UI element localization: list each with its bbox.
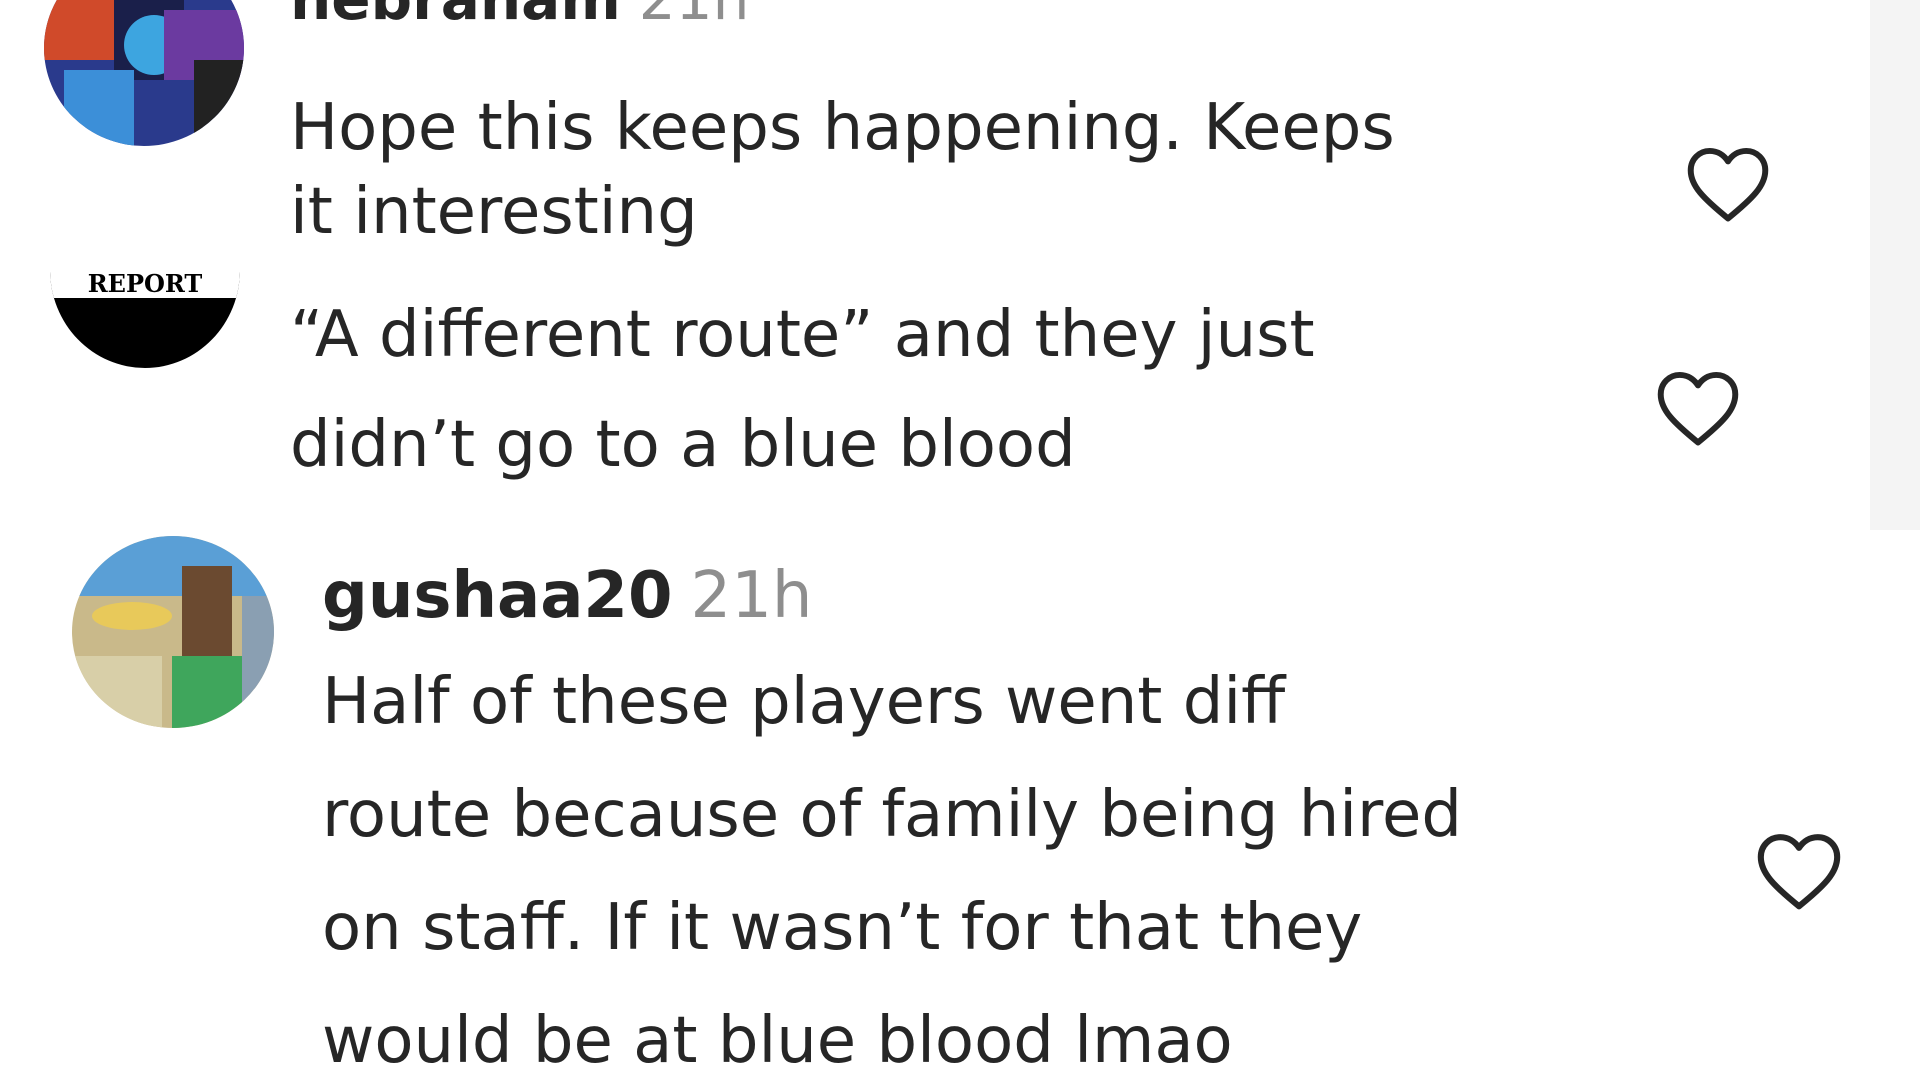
comment-screenshot: nebraham21h Hope this keeps happening. K… xyxy=(0,0,1920,1080)
comment-line: didn’t go to a blue blood xyxy=(290,408,1076,482)
comment-line: route because of family being hired xyxy=(322,778,1462,852)
comment-line: Hope this keeps happening. Keeps xyxy=(290,91,1395,165)
comment-text: Half of these players went diff route be… xyxy=(322,646,1462,1080)
avatar[interactable] xyxy=(44,0,244,146)
avatar[interactable]: REPORT xyxy=(50,272,240,368)
comment-item: gushaa20 21h Half of these players went d… xyxy=(0,530,1920,1080)
avatar[interactable] xyxy=(72,536,274,728)
comment-username[interactable]: nebraham21h xyxy=(290,0,749,28)
comment-time: 21h xyxy=(690,559,813,633)
like-heart-icon[interactable] xyxy=(1752,828,1846,912)
comment-item: nebraham21h Hope this keeps happening. K… xyxy=(0,0,1920,272)
comment-time: 21h xyxy=(639,0,750,33)
side-strip xyxy=(1870,0,1920,272)
comment-line: would be at blue blood lmao xyxy=(322,1004,1233,1078)
like-heart-icon[interactable] xyxy=(1652,366,1744,448)
comment-line: it interesting xyxy=(290,175,698,249)
comment-item: REPORT “A different route” and they just… xyxy=(0,272,1920,530)
comment-line: “A different route” and they just xyxy=(290,298,1315,372)
like-heart-icon[interactable] xyxy=(1682,142,1774,224)
comment-line: on staff. If it wasn’t for that they xyxy=(322,891,1363,965)
comment-line: Half of these players went diff xyxy=(322,665,1286,739)
comment-username[interactable]: gushaa20 21h xyxy=(322,560,812,632)
avatar-label: REPORT xyxy=(88,272,203,298)
comment-text: Hope this keeps happening. Keeps it inte… xyxy=(290,86,1395,254)
comment-text: “A different route” and they just didn’t… xyxy=(290,280,1315,500)
side-strip xyxy=(1870,272,1920,530)
